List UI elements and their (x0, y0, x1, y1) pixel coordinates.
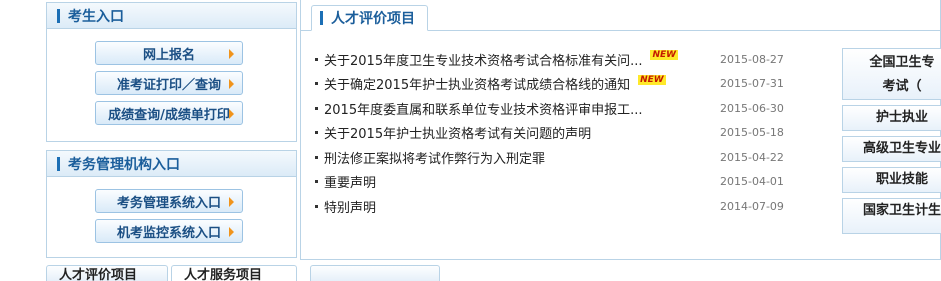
side-link-senior-health-professional[interactable]: 高级卫生专业 (842, 136, 941, 162)
news-item[interactable]: 2015年度委直属和联系单位专业技术资格评审申报工... 2015-06-30 (315, 96, 785, 121)
news-item-date: 2015-04-22 (720, 150, 784, 164)
side-link-1-line2: 考试（ (882, 79, 922, 94)
candidate-entry-header: 考生入口 (47, 3, 296, 29)
arrow-right-icon (229, 197, 234, 207)
news-list: 关于2015年度卫生专业技术资格考试合格标准有关问... NEW 2015-08-2… (315, 47, 785, 219)
bullet-icon (315, 82, 318, 86)
exam-management-system-button[interactable]: 考务管理系统入口 (95, 189, 243, 213)
tab-talent-evaluation[interactable]: 人才评价项目 (311, 5, 428, 31)
news-item-title[interactable]: 关于2015年护士执业资格考试有关问题的声明 (324, 123, 591, 142)
side-link-5-label: 国家卫生计生 (862, 203, 941, 218)
tab-talent-evaluation-label: 人才评价项目 (331, 11, 415, 27)
score-query-button[interactable]: 成绩查询/成绩单打印 (95, 101, 243, 125)
score-query-label: 成绩查询/成绩单打印 (108, 107, 230, 123)
news-item[interactable]: 关于2015年度卫生专业技术资格考试合格标准有关问... NEW 2015-08-2… (315, 47, 785, 72)
news-item-title[interactable]: 关于2015年度卫生专业技术资格考试合格标准有关问... (324, 50, 642, 69)
arrow-right-icon (229, 79, 234, 89)
bullet-icon (315, 131, 318, 135)
news-item-date: 2015-07-31 (720, 77, 784, 91)
bullet-icon (315, 106, 318, 110)
exam-admin-panel: 考务管理机构入口 考务管理系统入口 机考监控系统入口 (46, 150, 297, 258)
bullet-icon (315, 204, 318, 208)
online-registration-label: 网上报名 (142, 47, 195, 63)
exam-monitoring-system-button[interactable]: 机考监控系统入口 (95, 219, 243, 243)
news-item[interactable]: 关于2015年护士执业资格考试有关问题的声明 2015-05-18 (315, 121, 785, 146)
new-badge-icon: NEW (650, 50, 679, 61)
news-item[interactable]: 刑法修正案拟将考试作弊行为入刑定罪 2015-04-22 (315, 145, 785, 170)
bottom-tab-talent-evaluation[interactable]: 人才评价项目 (46, 265, 168, 281)
news-item-date: 2015-06-30 (720, 101, 784, 115)
candidate-entry-panel: 考生入口 网上报名 准考证打印／查询 成绩查询/成绩单打印 (46, 2, 297, 142)
bottom-tab-2-label: 人才服务项目 (184, 268, 263, 281)
exam-management-system-label: 考务管理系统入口 (116, 195, 221, 211)
news-item-title[interactable]: 特别声明 (324, 197, 376, 216)
header-accent-bar (57, 8, 60, 23)
bottom-panel-header (310, 265, 440, 281)
side-link-1-line1: 全国卫生专 (869, 55, 935, 70)
online-registration-button[interactable]: 网上报名 (95, 41, 243, 65)
bullet-icon (315, 57, 318, 61)
exam-admin-title: 考务管理机构入口 (68, 156, 180, 173)
news-panel: 人才评价项目 关于2015年度卫生专业技术资格考试合格标准有关问... NEW 20… (300, 0, 941, 260)
arrow-right-icon (229, 49, 234, 59)
admission-ticket-button[interactable]: 准考证打印／查询 (95, 71, 243, 95)
news-item-date: 2015-04-01 (720, 175, 784, 189)
news-item-title[interactable]: 2015年度委直属和联系单位专业技术资格评审申报工... (324, 99, 642, 118)
bottom-tab-1-label: 人才评价项目 (59, 268, 138, 281)
new-badge-icon: NEW (638, 74, 666, 85)
news-item[interactable]: 重要声明 2015-04-01 (315, 170, 785, 195)
arrow-right-icon (229, 109, 234, 119)
side-link-national-health-family-planning[interactable]: 国家卫生计生 (842, 198, 941, 234)
bullet-icon (315, 180, 318, 184)
bullet-icon (315, 155, 318, 159)
news-item[interactable]: 特别声明 2014-07-09 (315, 194, 785, 219)
exam-admin-header: 考务管理机构入口 (47, 151, 296, 177)
bottom-tab-talent-service[interactable]: 人才服务项目 (171, 265, 297, 281)
side-link-vocational-skills[interactable]: 职业技能 (842, 167, 941, 193)
admission-ticket-label: 准考证打印／查询 (116, 77, 221, 93)
news-item-date: 2015-08-27 (720, 52, 784, 66)
side-link-national-health-exam[interactable]: 全国卫生专 考试（ (842, 48, 941, 100)
news-item-date: 2014-07-09 (720, 199, 784, 213)
arrow-right-icon (229, 227, 234, 237)
news-item-date: 2015-05-18 (720, 126, 784, 140)
side-link-nurse-practice[interactable]: 护士执业 (842, 105, 941, 131)
side-link-3-label: 高级卫生专业 (862, 141, 941, 156)
tab-accent-bar (320, 11, 323, 25)
news-item-title[interactable]: 关于确定2015年护士执业资格考试成绩合格线的通知 (324, 74, 630, 93)
side-link-2-label: 护士执业 (875, 110, 928, 125)
candidate-entry-title: 考生入口 (68, 8, 124, 25)
news-item-title[interactable]: 刑法修正案拟将考试作弊行为入刑定罪 (324, 148, 545, 167)
side-link-4-label: 职业技能 (875, 172, 928, 187)
exam-monitoring-system-label: 机考监控系统入口 (116, 225, 221, 241)
news-item-title[interactable]: 重要声明 (324, 172, 376, 191)
header-accent-bar (57, 156, 60, 171)
news-item[interactable]: 关于确定2015年护士执业资格考试成绩合格线的通知 NEW 2015-07-31 (315, 72, 785, 97)
